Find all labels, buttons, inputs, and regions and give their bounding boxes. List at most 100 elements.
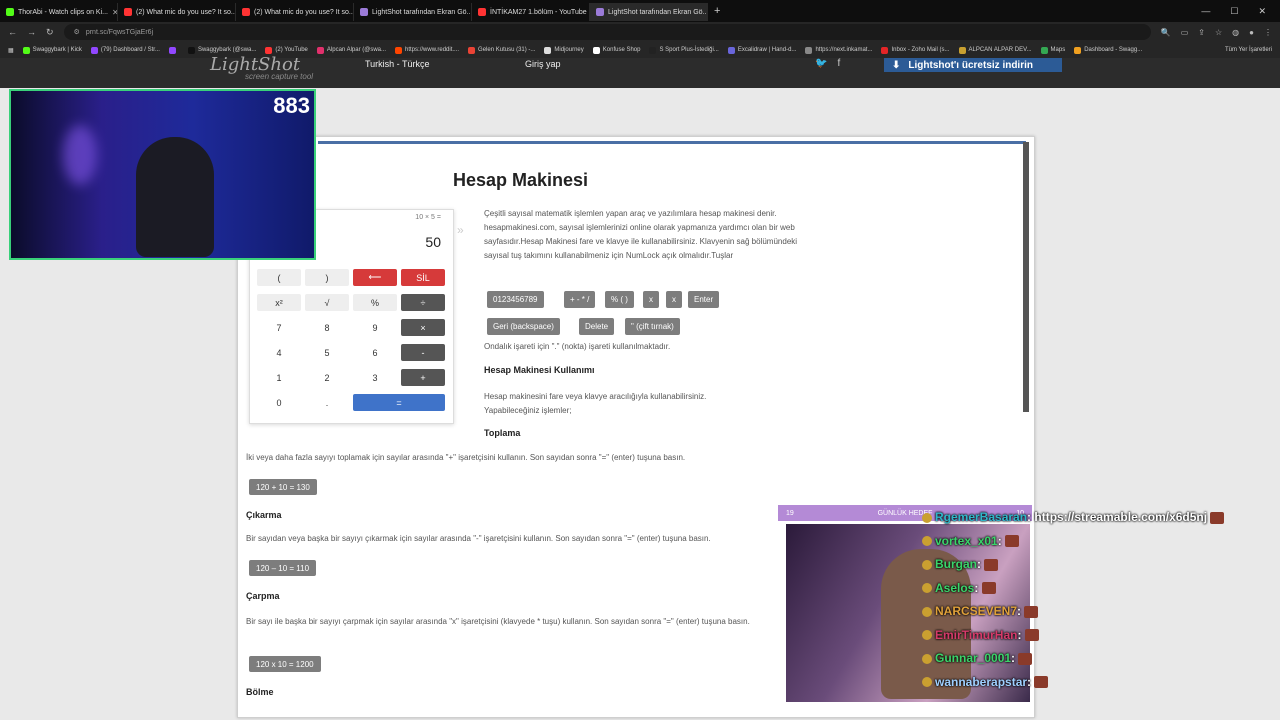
key-chip: Geri (backspace) bbox=[487, 318, 560, 335]
share-icon[interactable]: ⇪ bbox=[1198, 28, 1205, 37]
bookmark-favicon bbox=[90, 46, 98, 54]
browser-tab[interactable]: LightShot tarafından Ekran Gö...✕ bbox=[354, 3, 472, 21]
minimize-icon[interactable]: — bbox=[1201, 6, 1210, 17]
calc-key[interactable]: - bbox=[401, 344, 445, 361]
calc-key[interactable]: x² bbox=[257, 294, 301, 311]
browser-tab[interactable]: (2) What mic do you use? It so...✕ bbox=[118, 3, 236, 21]
emote-icon bbox=[1018, 652, 1033, 665]
apps-icon[interactable]: ▦ bbox=[8, 47, 14, 54]
bookmark-item[interactable]: Midjourney bbox=[544, 46, 584, 54]
browser-tab[interactable]: ThorAbi - Watch clips on Ki...✕ bbox=[0, 3, 118, 21]
calc-key[interactable]: 2 bbox=[305, 369, 349, 386]
emote-icon bbox=[1034, 676, 1049, 689]
chat-message: vortex_x01: bbox=[922, 534, 1025, 548]
bookmark-item[interactable]: S Sport Plus-İstediği... bbox=[649, 46, 719, 54]
all-bookmarks[interactable]: Tüm Yer İşaretleri bbox=[1225, 47, 1272, 53]
bookmark-item[interactable]: (2) YouTube bbox=[265, 46, 308, 54]
profile-icon[interactable]: ● bbox=[1249, 28, 1254, 37]
calc-key[interactable]: √ bbox=[305, 294, 349, 311]
calc-key[interactable]: 3 bbox=[353, 369, 397, 386]
back-icon[interactable]: ← bbox=[8, 27, 17, 37]
calc-key[interactable]: × bbox=[401, 319, 445, 336]
key-chip: % ( ) bbox=[605, 291, 634, 308]
download-button[interactable]: ⬇ Lightshot'ı ücretsiz indirin bbox=[884, 58, 1062, 72]
description-text: Çeşitli sayısal matematik işlemlen yapan… bbox=[484, 209, 798, 260]
bookmark-label: S Sport Plus-İstediği... bbox=[659, 47, 719, 53]
bookmark-favicon bbox=[187, 46, 195, 54]
mul-example: 120 x 10 = 1200 bbox=[249, 656, 321, 672]
bookmark-item[interactable]: Excalidraw | Hand-d... bbox=[727, 46, 796, 54]
calc-key[interactable]: = bbox=[353, 394, 445, 411]
viewer-counter: 883 bbox=[273, 93, 310, 118]
bookmark-item[interactable]: ALPCAN ALPAR DEV... bbox=[958, 46, 1032, 54]
bookmark-label: Konfuse Shop bbox=[602, 47, 641, 53]
browser-tab[interactable]: (2) What mic do you use? It so...✕ bbox=[236, 3, 354, 21]
bookmark-item[interactable] bbox=[168, 46, 179, 54]
scrollbar[interactable] bbox=[1023, 142, 1029, 412]
bookmark-label: Alpcan Alpar (@swa... bbox=[326, 47, 387, 53]
calc-key[interactable]: 9 bbox=[353, 319, 397, 336]
bookmark-star-icon[interactable]: ☆ bbox=[1215, 28, 1222, 37]
add-example: 120 + 10 = 130 bbox=[249, 479, 317, 495]
logo-subtitle: screen capture tool bbox=[245, 72, 314, 81]
bookmark-favicon bbox=[958, 46, 966, 54]
extension-icon[interactable]: ◍ bbox=[1232, 28, 1239, 37]
bookmark-item[interactable]: Gelen Kutusu (31) -... bbox=[468, 46, 535, 54]
maximize-icon[interactable]: ☐ bbox=[1230, 6, 1238, 17]
bookmark-item[interactable]: (79) Dashboard / Str... bbox=[90, 46, 160, 54]
site-info-icon[interactable]: ⚙ bbox=[74, 28, 80, 36]
usage-text: Hesap makinesini fare veya klavye aracıl… bbox=[484, 392, 707, 415]
browser-tab[interactable]: İNTİKAM27 1.bölüm - YouTube✕ bbox=[472, 3, 590, 21]
bookmark-label: (2) YouTube bbox=[275, 47, 308, 53]
bookmark-item[interactable]: Inbox - Zoho Mail (s... bbox=[881, 46, 950, 54]
close-icon[interactable]: ✕ bbox=[1258, 6, 1266, 17]
facebook-icon[interactable]: f bbox=[837, 58, 840, 69]
tab-favicon bbox=[360, 8, 368, 16]
calc-key[interactable]: % bbox=[353, 294, 397, 311]
bookmark-item[interactable]: Swaggybark (@swa... bbox=[187, 46, 256, 54]
bookmark-item[interactable]: Konfuse Shop bbox=[592, 46, 641, 54]
bookmark-item[interactable]: https://www.reddit.... bbox=[395, 46, 459, 54]
bookmark-favicon bbox=[168, 46, 176, 54]
download-label: Lightshot'ı ücretsiz indirin bbox=[908, 59, 1033, 71]
calc-key[interactable]: 1 bbox=[257, 369, 301, 386]
div-heading: Bölme bbox=[246, 687, 274, 697]
chat-message: NARCSEVEN7: bbox=[922, 604, 1044, 618]
menu-icon[interactable]: ⋮ bbox=[1264, 28, 1272, 37]
calc-key[interactable]: ⟵ bbox=[353, 269, 397, 286]
browser-tab[interactable]: LightShot tarafından Ekran Gö...✕ bbox=[590, 3, 708, 21]
bookmark-favicon bbox=[544, 46, 552, 54]
calc-key[interactable]: ÷ bbox=[401, 294, 445, 311]
bookmark-item[interactable]: Alpcan Alpar (@swa... bbox=[316, 46, 387, 54]
calc-key[interactable]: 0 bbox=[257, 394, 301, 411]
calc-key[interactable]: 6 bbox=[353, 344, 397, 361]
language-selector[interactable]: Turkish - Türkçe bbox=[365, 59, 430, 69]
calc-key[interactable]: ) bbox=[305, 269, 349, 286]
calc-key[interactable]: SİL bbox=[401, 269, 445, 286]
cast-icon[interactable]: ▭ bbox=[1181, 28, 1189, 37]
url-field[interactable]: ⚙ prnt.sc/FqwsTGjaEr6j bbox=[63, 24, 1151, 40]
zoom-icon[interactable]: 🔍 bbox=[1161, 28, 1171, 37]
new-tab-button[interactable]: + bbox=[708, 5, 726, 17]
tab-strip: ThorAbi - Watch clips on Ki...✕(2) What … bbox=[0, 0, 1280, 22]
calc-key[interactable]: ( bbox=[257, 269, 301, 286]
calc-key[interactable]: 7 bbox=[257, 319, 301, 336]
twitter-icon[interactable]: 🐦 bbox=[815, 58, 827, 69]
chat-text: : bbox=[974, 580, 979, 595]
bookmark-item[interactable]: Dashboard - Swagg... bbox=[1074, 46, 1142, 54]
chat-message: wannaberapstar: bbox=[922, 675, 1054, 689]
calc-key[interactable]: 5 bbox=[305, 344, 349, 361]
reload-icon[interactable]: ↻ bbox=[46, 27, 54, 38]
bookmark-label: https://next.inkamat... bbox=[815, 47, 873, 53]
bookmark-item[interactable]: https://next.inkamat... bbox=[805, 46, 873, 54]
calc-key[interactable]: + bbox=[401, 369, 445, 386]
forward-icon[interactable]: → bbox=[27, 27, 36, 37]
bookmark-item[interactable]: Maps bbox=[1040, 46, 1065, 54]
login-link[interactable]: Giriş yap bbox=[525, 59, 561, 69]
calc-key[interactable]: 4 bbox=[257, 344, 301, 361]
calc-key[interactable]: . bbox=[305, 394, 349, 411]
expand-arrow-icon[interactable]: » bbox=[457, 223, 464, 237]
bookmark-item[interactable]: Swaggybark | Kick bbox=[22, 46, 82, 54]
badge-icon bbox=[922, 559, 932, 570]
calc-key[interactable]: 8 bbox=[305, 319, 349, 336]
